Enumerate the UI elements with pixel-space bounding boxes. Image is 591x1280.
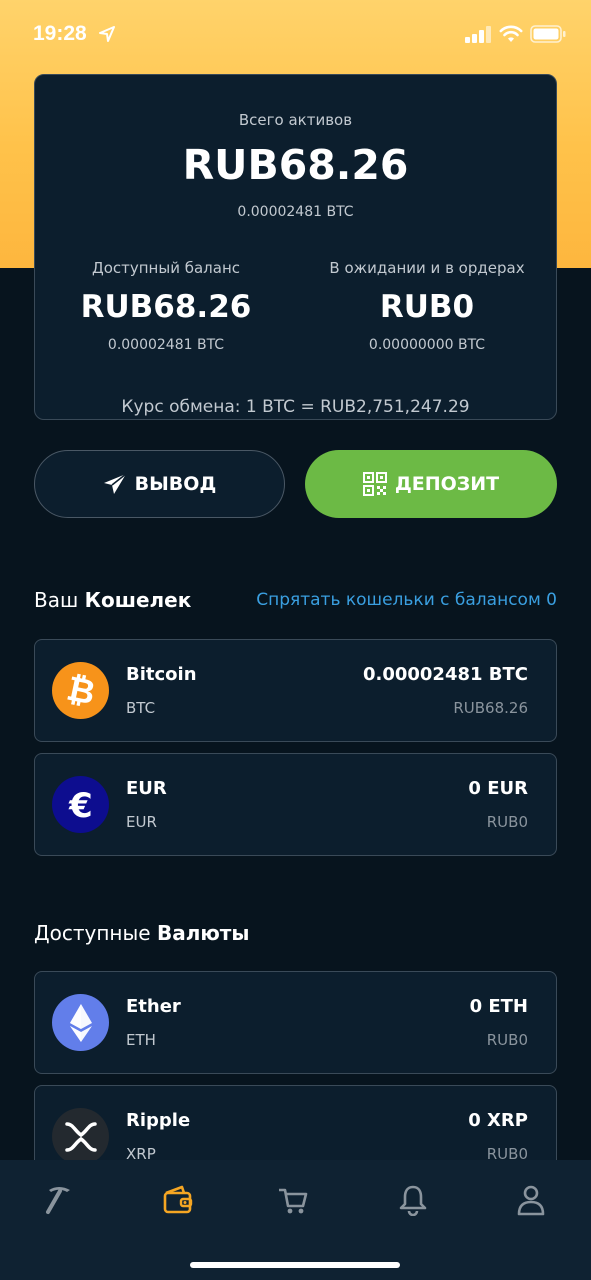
cellular-signal-icon: [465, 26, 493, 47]
bitcoin-icon: ₿: [52, 662, 109, 719]
home-indicator[interactable]: [190, 1262, 400, 1268]
qr-code-icon: [362, 472, 387, 496]
coin-balance: 0.00002481 BTC: [362, 664, 528, 685]
pending-balance-label: В ожидании и в ордерах: [329, 259, 525, 277]
withdraw-label: ВЫВОД: [134, 473, 217, 495]
coin-symbol: ETH: [126, 1031, 156, 1049]
coin-balance: 0 EUR: [468, 778, 528, 799]
hide-zero-balance-link[interactable]: Спрятать кошельки с балансом 0: [256, 590, 557, 610]
coin-fiat-value: RUB0: [486, 1031, 528, 1049]
coin-name: EUR: [126, 778, 167, 799]
coin-fiat-value: RUB68.26: [453, 699, 528, 717]
coin-name: Ripple: [126, 1110, 191, 1131]
deposit-label: ДЕПОЗИТ: [394, 473, 500, 495]
pending-balance-value: RUB0: [379, 289, 475, 325]
tab-profile[interactable]: [511, 1180, 551, 1220]
tab-notifications[interactable]: [393, 1180, 433, 1220]
wallet-section-title: Ваш Кошелек: [34, 588, 191, 612]
balance-summary-card: Всего активов RUB68.26 0.00002481 BTC До…: [34, 74, 557, 420]
coin-fiat-value: RUB0: [486, 813, 528, 831]
svg-text:€: €: [68, 787, 93, 823]
coin-balance: 0 XRP: [468, 1110, 528, 1131]
withdraw-button[interactable]: ВЫВОД: [34, 450, 285, 518]
exchange-rate: Курс обмена: 1 BTC = RUB2,751,247.29: [121, 397, 470, 417]
available-balance-value: RUB68.26: [80, 289, 252, 325]
total-assets-value: RUB68.26: [182, 141, 409, 189]
ripple-icon: [52, 1108, 109, 1165]
status-bar: 19:28: [0, 0, 591, 70]
tab-shop[interactable]: [273, 1180, 313, 1220]
coin-symbol: EUR: [126, 813, 157, 831]
svg-text:₿: ₿: [64, 672, 98, 710]
coin-balance: 0 ETH: [469, 996, 528, 1017]
total-assets-btc: 0.00002481 BTC: [237, 204, 354, 220]
user-icon: [517, 1185, 545, 1216]
battery-icon: [530, 25, 566, 47]
currencies-title-bold: Валюты: [156, 921, 250, 945]
coin-name: Bitcoin: [126, 664, 197, 685]
wifi-icon: [499, 24, 523, 47]
send-icon: [103, 473, 127, 494]
tab-wallet[interactable]: [158, 1180, 198, 1220]
pending-balance-block: В ожидании и в ордерах RUB0 0.00000000 B…: [296, 259, 556, 353]
location-arrow-icon: [99, 26, 115, 46]
deposit-button[interactable]: ДЕПОЗИТ: [305, 450, 557, 518]
coin-name: Ether: [126, 996, 181, 1017]
coin-symbol: BTC: [126, 699, 156, 717]
bell-icon: [399, 1185, 427, 1216]
currencies-title-prefix: Доступные: [34, 921, 151, 945]
euro-icon: €: [52, 776, 109, 833]
wallet-item-bitcoin[interactable]: ₿ Bitcoin BTC 0.00002481 BTC RUB68.26: [34, 639, 557, 742]
wallet-icon: [163, 1185, 193, 1214]
available-balance-label: Доступный баланс: [91, 259, 240, 277]
currency-item-ether[interactable]: Ether ETH 0 ETH RUB0: [34, 971, 557, 1074]
ethereum-icon: [52, 994, 109, 1051]
pickaxe-icon: [46, 1187, 70, 1214]
total-assets-label: Всего активов: [238, 111, 353, 129]
available-balance-block: Доступный баланс RUB68.26 0.00002481 BTC: [35, 259, 297, 353]
wallet-title-bold: Кошелек: [84, 588, 192, 612]
wallet-item-eur[interactable]: € EUR EUR 0 EUR RUB0: [34, 753, 557, 856]
currencies-section-title: Доступные Валюты: [34, 921, 249, 945]
status-time: 19:28: [33, 22, 87, 45]
tab-mining[interactable]: [39, 1180, 79, 1220]
wallet-title-prefix: Ваш: [34, 588, 79, 612]
pending-balance-btc: 0.00000000 BTC: [368, 337, 486, 353]
available-balance-btc: 0.00002481 BTC: [107, 337, 225, 353]
cart-icon: [279, 1188, 308, 1214]
